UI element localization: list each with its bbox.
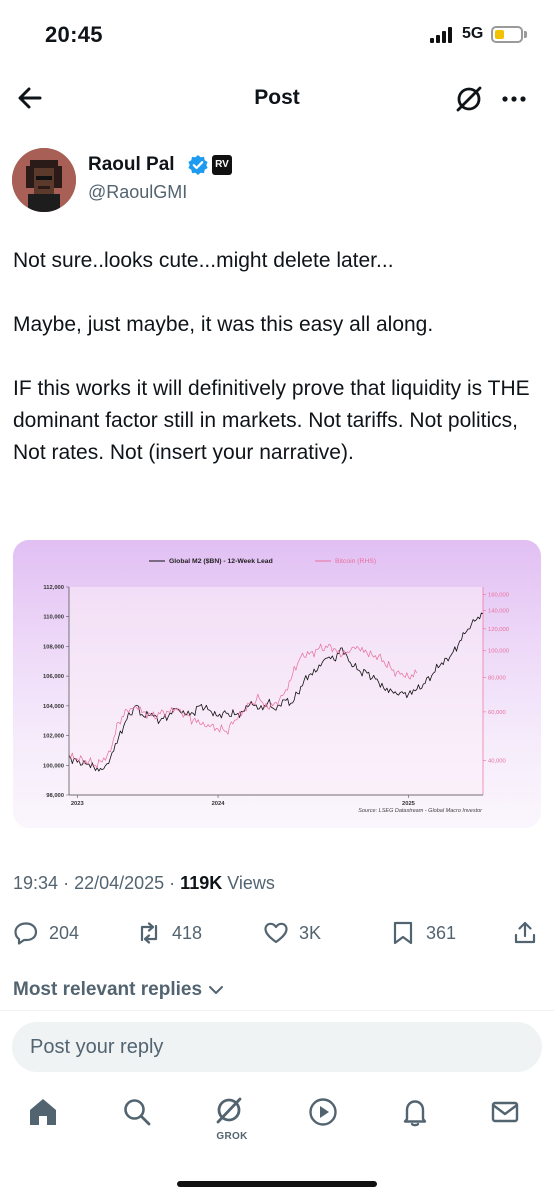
grok-icon [456, 86, 482, 112]
tab-grok[interactable]: GROK [212, 1095, 252, 1142]
legend-label: Bitcoin (RHS) [335, 558, 376, 565]
share-button[interactable] [512, 915, 548, 951]
tab-messages[interactable] [488, 1095, 528, 1135]
mail-icon [491, 1101, 519, 1123]
chart-source: Source: LSEG Datastream - Global Macro I… [358, 808, 483, 814]
x-tick-label: 2025 [402, 801, 416, 807]
author-name[interactable]: Raoul Pal [88, 154, 175, 176]
post-header: Post [0, 70, 554, 128]
reply-input[interactable] [30, 1022, 520, 1072]
grok-tab-label: GROK [216, 1131, 248, 1142]
y-left-tick-label: 104,000 [43, 704, 64, 710]
avatar-image [12, 148, 76, 212]
home-icon [30, 1099, 56, 1125]
battery-tip [524, 31, 527, 38]
more-button[interactable] [496, 82, 532, 116]
tab-notifications[interactable] [398, 1095, 438, 1135]
author-row: Raoul Pal RV @RaoulGMI [0, 145, 554, 215]
grok-icon [216, 1097, 242, 1124]
author-handle[interactable]: @RaoulGMI [88, 182, 187, 203]
y-left-tick-label: 102,000 [43, 734, 64, 740]
reply-box[interactable] [12, 1022, 542, 1072]
affiliate-badge[interactable]: RV [212, 155, 232, 175]
tweet-text: Not sure..looks cute...might delete late… [13, 249, 530, 464]
meta-separator: · [63, 873, 75, 893]
repost-icon [140, 922, 158, 944]
plot-area [69, 587, 483, 795]
share-icon [514, 921, 536, 944]
avatar[interactable] [12, 148, 76, 212]
y-right-tick-label: 160,000 [488, 592, 509, 598]
liquidity-chart: 98,000 100,000 102,000 104,000 106,000 108,00… [43, 558, 509, 814]
reply-count: 204 [49, 922, 80, 943]
bell-icon [403, 1100, 427, 1127]
like-button[interactable]: 3K [263, 915, 321, 951]
y-left-tick-label: 110,000 [43, 615, 64, 621]
y-right-tick-label: 120,000 [488, 627, 509, 633]
post-meta: 19:34 · 22/04/2025 · 119K Views [13, 873, 275, 894]
status-time: 20:45 [45, 22, 103, 47]
reply-icon [14, 922, 38, 945]
y-right-tick-label: 60,000 [488, 710, 506, 716]
y-right-tick-label: 40,000 [488, 759, 506, 765]
y-left-tick-label: 112,000 [43, 585, 64, 591]
like-count: 3K [299, 922, 322, 943]
divider [0, 1010, 554, 1011]
chevron-down-icon [209, 986, 224, 994]
verified-icon [188, 155, 208, 175]
home-indicator [177, 1181, 377, 1187]
heart-icon [264, 922, 288, 944]
bottom-tab-bar: GROK [0, 1085, 554, 1155]
y-right-tick-label: 140,000 [488, 608, 509, 614]
y-left-tick-label: 100,000 [43, 763, 64, 769]
repost-button[interactable]: 418 [136, 915, 202, 951]
replies-sort-label: Most relevant replies [13, 979, 203, 1000]
more-icon [502, 96, 526, 102]
tab-search[interactable] [120, 1095, 160, 1135]
y-right-tick-label: 80,000 [488, 675, 506, 681]
post-time: 19:34 [13, 873, 59, 893]
x-tick-label: 2023 [71, 801, 85, 807]
views-label: Views [227, 873, 275, 893]
bookmark-count: 361 [426, 922, 457, 943]
post-date: 22/04/2025 [74, 873, 165, 893]
legend-label: Global M2 ($BN) - 12-Week Lead [169, 558, 273, 565]
y-right-tick-label: 100,000 [488, 649, 509, 655]
y-left-tick-label: 108,000 [43, 644, 64, 650]
reply-button[interactable]: 204 [13, 915, 79, 951]
y-left-tick-label: 98,000 [46, 793, 64, 799]
bookmark-icon [393, 921, 413, 945]
repost-count: 418 [172, 922, 203, 943]
tweet-image[interactable]: 98,000 100,000 102,000 104,000 106,000 108,00… [13, 540, 541, 828]
search-icon [124, 1099, 151, 1126]
x-tick-label: 2024 [212, 801, 226, 807]
meta-separator: · [169, 873, 181, 893]
grok-button[interactable] [452, 82, 486, 116]
bookmark-button[interactable]: 361 [390, 915, 456, 951]
play-icon [309, 1098, 337, 1126]
signal-icon [430, 27, 456, 43]
views-count[interactable]: 119K [180, 873, 222, 893]
network-label: 5G [462, 25, 484, 42]
action-bar: 204 418 3K 361 [0, 915, 554, 951]
battery-icon [491, 26, 523, 43]
replies-sort-dropdown[interactable]: Most relevant replies [13, 979, 227, 1001]
tab-home[interactable] [26, 1095, 66, 1135]
tab-video[interactable] [306, 1095, 346, 1135]
status-bar: 20:45 5G [0, 0, 554, 70]
y-left-tick-label: 106,000 [43, 674, 64, 680]
